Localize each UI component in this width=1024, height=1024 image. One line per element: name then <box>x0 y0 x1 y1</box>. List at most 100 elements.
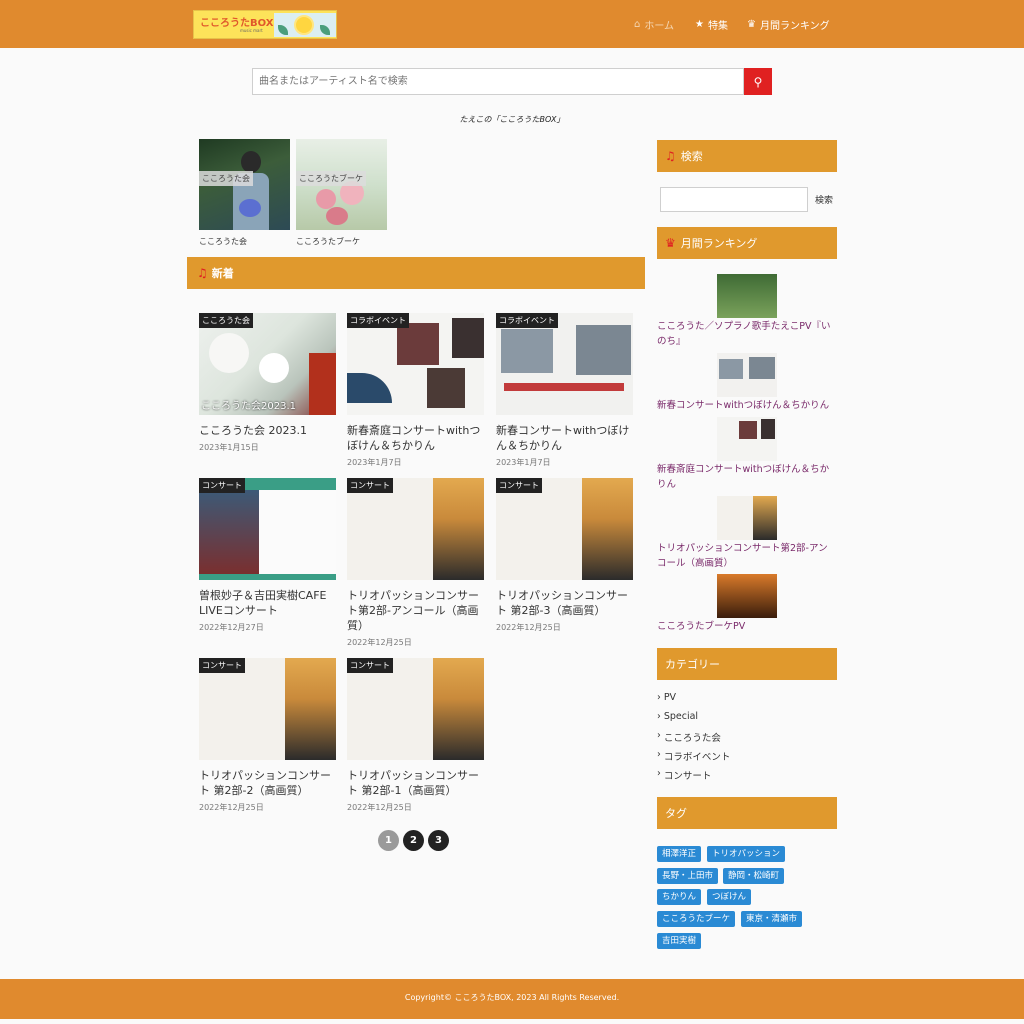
category-item-pv[interactable]: › PV <box>657 692 676 703</box>
chevron-right-icon: › <box>657 730 661 741</box>
footer-copyright: Copyright© こころうたBOX, 2023 All Rights Res… <box>404 993 620 1002</box>
post-title[interactable]: トリオパッションコンサート 第2部-3（高画質） <box>496 588 633 618</box>
post-title[interactable]: 新春コンサートwithつぼけん＆ちかりん <box>496 423 633 453</box>
post-title[interactable]: こころうた会 2023.1 <box>199 423 336 438</box>
category-item-collab[interactable]: › コラボイベント <box>657 749 730 763</box>
page-2[interactable]: 2 <box>403 830 424 851</box>
photo <box>452 318 484 358</box>
chevron-right-icon: › <box>657 711 661 722</box>
post-card[interactable]: コラボイベント 新春斎庭コンサートwithつぼけん＆ちかりん 2023年1月7日 <box>347 313 484 468</box>
category-item-concert[interactable]: › コンサート <box>657 768 711 782</box>
chevron-right-icon: › <box>657 692 661 703</box>
ranking-link[interactable]: トリオパッションコンサート第2部-アンコール（高画質） <box>657 541 837 571</box>
search-icon: ⚲ <box>753 74 763 89</box>
photo <box>501 329 553 373</box>
sidebar-ranking-header: ♛ 月間ランキング <box>657 227 837 259</box>
performer-photo <box>753 496 777 540</box>
nav-ranking[interactable]: ♛ 月間ランキング <box>747 17 830 32</box>
tag-chip[interactable]: 長野・上田市 <box>657 868 719 884</box>
category-badge: コラボイベント <box>496 313 558 328</box>
logo-illustration <box>274 13 336 37</box>
featured-thumb-bouquet[interactable]: こころうたブーケ <box>296 139 387 230</box>
post-card[interactable]: コンサート トリオパッションコンサート第2部-アンコール（高画質） 2022年1… <box>347 478 484 648</box>
featured-label: こころうたブーケ <box>296 171 366 186</box>
logo-subtext: music mart <box>240 28 263 33</box>
post-thumbnail: こころうた会2023.1 こころうた会 <box>199 313 336 415</box>
ranking-thumbnail[interactable] <box>717 417 777 461</box>
category-badge: コラボイベント <box>347 313 409 328</box>
post-card[interactable]: コンサート 曽根妙子＆吉田実樹CAFE LIVEコンサート 2022年12月27… <box>199 478 336 633</box>
post-thumbnail: コラボイベント <box>496 313 633 415</box>
post-title[interactable]: 曽根妙子＆吉田実樹CAFE LIVEコンサート <box>199 588 336 618</box>
category-label: コンサート <box>663 771 712 782</box>
post-card[interactable]: コラボイベント 新春コンサートwithつぼけん＆ちかりん 2023年1月7日 <box>496 313 633 468</box>
tag-chip[interactable]: ちかりん <box>657 889 702 905</box>
tag-chip[interactable]: 吉田実樹 <box>657 933 702 949</box>
post-date: 2022年12月25日 <box>199 803 264 812</box>
search-button[interactable]: ⚲ <box>744 68 772 95</box>
post-card[interactable]: コンサート トリオパッションコンサート 第2部-1（高画質） 2022年12月2… <box>347 658 484 813</box>
post-card[interactable]: コンサート トリオパッションコンサート 第2部-3（高画質） 2022年12月2… <box>496 478 633 633</box>
crown-icon: ♛ <box>747 19 756 30</box>
featured-caption[interactable]: こころうたブーケ <box>296 236 360 247</box>
page-1[interactable]: 1 <box>378 830 399 851</box>
flower <box>326 207 348 225</box>
post-thumbnail: コンサート <box>496 478 633 580</box>
sidebar-category-title: カテゴリー <box>665 658 720 671</box>
category-label: PV <box>663 692 677 703</box>
featured-caption[interactable]: こころうた会 <box>199 236 247 247</box>
nav-home[interactable]: ⌂ ホーム <box>634 17 674 32</box>
search-input[interactable] <box>252 68 744 95</box>
site-logo[interactable]: こころうたBOX music mart <box>193 10 337 39</box>
ranking-thumbnail[interactable] <box>717 274 777 318</box>
sun-icon <box>294 15 314 35</box>
ranking-link[interactable]: こころうた／ソプラノ歌手たえこPV『いのち』 <box>657 319 837 349</box>
ranking-thumbnail[interactable] <box>717 353 777 397</box>
ranking-link[interactable]: 新春斎庭コンサートwithつぼけん＆ちかりん <box>657 462 837 492</box>
category-item-special[interactable]: › Special <box>657 711 698 722</box>
chevron-right-icon: › <box>657 749 661 760</box>
post-date: 2022年12月25日 <box>347 638 412 647</box>
post-title[interactable]: トリオパッションコンサート 第2部-2（高画質） <box>199 768 336 798</box>
featured-thumb-kokorouta[interactable]: こころうた会 <box>199 139 290 230</box>
tag-chip[interactable]: こころうたブーケ <box>657 911 736 927</box>
post-card[interactable]: こころうた会2023.1 こころうた会 こころうた会 2023.1 2023年1… <box>199 313 336 453</box>
tag-chip[interactable]: つぼけん <box>707 889 752 905</box>
sidebar-search-header: ♫ 検索 <box>657 140 837 172</box>
photo <box>576 325 631 375</box>
post-thumbnail: コラボイベント <box>347 313 484 415</box>
blossom <box>209 333 249 373</box>
sidebar-search-button[interactable]: 検索 <box>808 187 840 212</box>
chevron-right-icon: › <box>657 768 661 779</box>
post-thumbnail: コンサート <box>347 658 484 760</box>
ranking-link[interactable]: こころうたブーケPV <box>657 619 837 634</box>
section-header-new: ♫ 新着 <box>187 257 645 289</box>
category-badge: コンサート <box>347 478 393 493</box>
ranking-link[interactable]: 新春コンサートwithつぼけん＆ちかりん <box>657 398 837 413</box>
nav-feature[interactable]: ★ 特集 <box>695 17 728 32</box>
category-item-kokorouta[interactable]: › こころうた会 <box>657 730 721 744</box>
leaf-icon <box>320 25 330 35</box>
logo-text: こころうたBOX <box>200 18 274 29</box>
nav-ranking-label: 月間ランキング <box>759 21 830 32</box>
blossom <box>259 353 289 383</box>
post-card[interactable]: コンサート トリオパッションコンサート 第2部-2（高画質） 2022年12月2… <box>199 658 336 813</box>
post-title[interactable]: トリオパッションコンサート第2部-アンコール（高画質） <box>347 588 484 633</box>
wave-decoration <box>347 373 392 403</box>
photo <box>397 323 439 365</box>
tag-chip[interactable]: 静岡・松崎町 <box>723 868 785 884</box>
post-title[interactable]: トリオパッションコンサート 第2部-1（高画質） <box>347 768 484 798</box>
sidebar-search-input[interactable] <box>660 187 808 212</box>
ranking-thumbnail[interactable] <box>717 496 777 540</box>
page-3[interactable]: 3 <box>428 830 449 851</box>
star-icon: ★ <box>695 19 704 30</box>
tag-chip[interactable]: トリオパッション <box>707 846 786 862</box>
person-figure <box>241 151 261 173</box>
teal-band <box>199 574 336 580</box>
tag-chip[interactable]: 東京・清瀬市 <box>741 911 803 927</box>
red-panel <box>309 353 336 415</box>
photo <box>199 490 259 574</box>
post-title[interactable]: 新春斎庭コンサートwithつぼけん＆ちかりん <box>347 423 484 453</box>
tag-chip[interactable]: 相澤洋正 <box>657 846 702 862</box>
ranking-thumbnail[interactable] <box>717 574 777 618</box>
